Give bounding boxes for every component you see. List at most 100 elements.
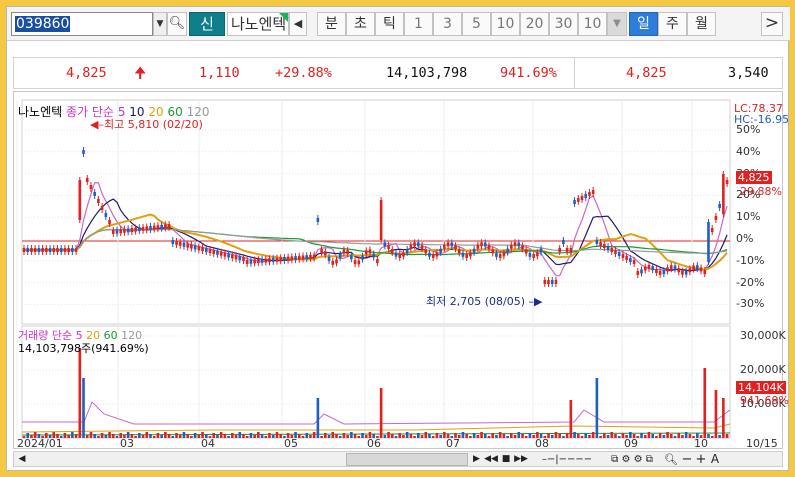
period-week-button[interactable]: 주 — [658, 12, 687, 36]
candle-body — [350, 255, 353, 260]
stock-name-field[interactable]: 나노엔텍 — [227, 12, 289, 36]
candle-body — [569, 248, 573, 252]
candle-body — [231, 254, 234, 259]
candle-body — [487, 245, 491, 250]
prev-arrow-button[interactable]: ◀ — [289, 12, 307, 36]
candle-body — [502, 252, 506, 257]
volume-bar — [350, 432, 353, 438]
volume-bar — [718, 435, 721, 438]
candle-body — [164, 224, 167, 229]
volume-bar — [402, 435, 405, 438]
rewind-icon[interactable]: ◀◀ — [484, 453, 498, 466]
candle-body — [197, 246, 201, 251]
candle-body — [513, 242, 517, 247]
volume-bar — [353, 434, 357, 438]
zoom-slider[interactable]: –−|−−−− — [536, 453, 598, 466]
scroll-right-icon[interactable]: ▶ — [470, 453, 483, 466]
volume-bar — [82, 378, 85, 438]
volume-bar — [439, 435, 442, 438]
volume-bar — [409, 434, 413, 438]
period-day-button[interactable]: 일 — [629, 12, 658, 36]
next-arrow-button[interactable]: > — [761, 12, 783, 36]
candle-body — [115, 229, 119, 234]
candle-body — [201, 247, 204, 252]
next-arrow-icon: > — [764, 13, 780, 33]
search-button[interactable]: 🔍︎ — [167, 12, 187, 36]
period-dropdown-button[interactable]: ▼ — [607, 12, 627, 36]
stock-code-input[interactable]: 039860 — [11, 12, 153, 36]
code-dropdown-button[interactable]: ▼ — [153, 12, 167, 36]
candle-body — [662, 270, 666, 275]
period-month-button[interactable]: 월 — [687, 12, 716, 36]
stop-icon[interactable]: ■ — [500, 453, 512, 466]
volume-bar — [643, 435, 647, 438]
volume-bar — [193, 433, 197, 438]
period-20-button[interactable]: 20 — [520, 12, 549, 36]
candle-body — [409, 244, 413, 249]
period-5-button[interactable]: 5 — [462, 12, 491, 36]
volume-bar — [476, 435, 480, 438]
fast-forward-icon[interactable]: ▶▶ — [514, 453, 528, 466]
price-y-tick: 0% — [736, 232, 754, 245]
volume-bar — [335, 434, 338, 438]
volume-bar — [346, 435, 349, 438]
candle-body — [625, 256, 628, 260]
candle-body — [245, 260, 249, 264]
candle-body — [554, 280, 558, 284]
volume-bar — [245, 436, 249, 438]
new-button[interactable]: 신 — [189, 12, 225, 36]
candle-body — [78, 180, 82, 220]
volume-bar — [424, 432, 428, 438]
candle-body — [141, 226, 145, 231]
auto-scale-icon[interactable]: A — [709, 453, 721, 466]
period-tick-button[interactable]: 틱 — [375, 12, 404, 36]
candle-body — [97, 199, 100, 203]
zoom-out-icon[interactable]: 🔍︎ — [664, 453, 678, 466]
candle-body — [435, 252, 439, 257]
volume-bar — [461, 432, 465, 438]
candle-body — [338, 253, 342, 258]
volume-bar — [655, 436, 658, 438]
volume-bar — [483, 434, 487, 438]
candle-body — [658, 270, 662, 275]
date-x-tick: 04 — [201, 437, 215, 450]
period-second-button[interactable]: 초 — [346, 12, 375, 36]
period-3-button[interactable]: 3 — [433, 12, 462, 36]
period-custom-input[interactable]: 10 — [578, 12, 607, 36]
volume-bar — [320, 436, 323, 438]
vol-ma20-line — [21, 423, 731, 433]
scroll-left-icon[interactable]: ◀ — [15, 453, 29, 466]
candle-body — [614, 250, 617, 254]
candle-body — [364, 250, 368, 255]
minus-icon[interactable]: − — [681, 453, 693, 466]
candle-body — [465, 253, 468, 258]
volume-bar — [160, 435, 163, 438]
price-change: 1,110 — [199, 65, 240, 81]
period-30-button[interactable]: 30 — [549, 12, 578, 36]
scroll-thumb[interactable] — [346, 453, 468, 466]
chart-area[interactable]: 나노엔텍 종가 단순 5 10 20 60 120 ◀–최고 5,810 (02… — [13, 91, 789, 450]
volume-average-lines — [21, 401, 731, 436]
candle-body — [320, 249, 323, 254]
volume-bar — [517, 432, 521, 438]
candle-body — [591, 190, 595, 194]
chart-grid — [16, 99, 731, 439]
plus-icon[interactable]: + — [695, 453, 707, 466]
volume-bar — [115, 436, 119, 438]
volume-bar — [610, 432, 614, 438]
chart-tools-icons[interactable]: ⧉ ⚙ ⚙ ⧉ — [602, 453, 662, 466]
period-10-button[interactable]: 10 — [491, 12, 520, 36]
candle-body — [212, 249, 216, 254]
candle-body — [472, 248, 476, 253]
period-1-button[interactable]: 1 — [404, 12, 433, 36]
candle-body — [439, 248, 442, 253]
up-arrow-icon: 🠉 — [134, 64, 147, 82]
candle-body — [48, 248, 52, 252]
candle-body — [599, 242, 602, 246]
candle-body — [100, 206, 104, 210]
period-minute-button[interactable]: 분 — [317, 12, 346, 36]
candle-body — [149, 226, 152, 230]
price-volume-chart[interactable] — [14, 92, 784, 450]
volume-bar — [279, 434, 282, 438]
chart-scrollbar[interactable]: ◀ ▶ ◀◀ ■ ▶▶ –−|−−−− ⧉ ⚙ ⚙ ⧉ 🔍︎ − + A — [13, 451, 783, 467]
